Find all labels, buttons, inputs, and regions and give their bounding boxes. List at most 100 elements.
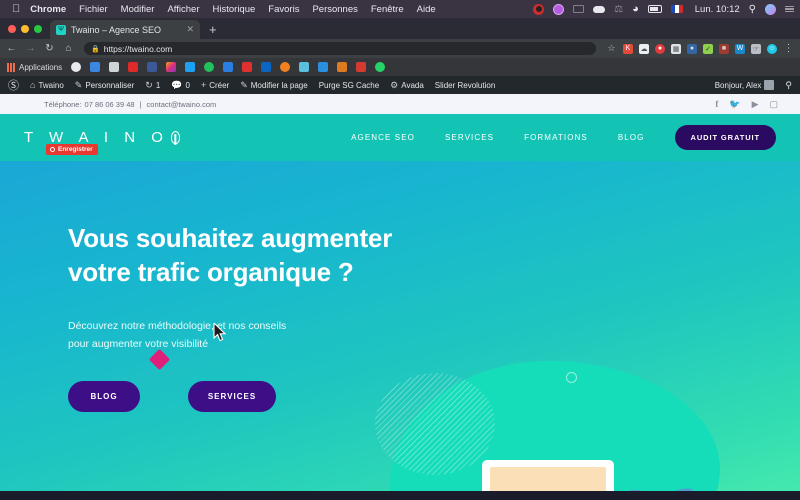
nav-item-blog[interactable]: BLOG bbox=[618, 133, 645, 142]
wifi-icon[interactable]: ◕ bbox=[632, 3, 639, 15]
wordpress-logo-icon[interactable]: Ⓢ bbox=[8, 77, 19, 93]
bookmark-mail[interactable] bbox=[90, 62, 101, 72]
lock-icon: 🔒 bbox=[91, 45, 100, 53]
nav-item-services[interactable]: SERVICES bbox=[445, 133, 494, 142]
hero-services-button[interactable]: SERVICES bbox=[188, 381, 276, 413]
menubar-clock[interactable]: Lun. 10:12 bbox=[695, 4, 740, 15]
bookmark-chrome[interactable] bbox=[71, 62, 82, 72]
bookmark-slides[interactable] bbox=[223, 62, 234, 72]
adminbar-customize[interactable]: ✎ Personnaliser bbox=[75, 80, 134, 91]
audit-gratuit-button[interactable]: AUDIT GRATUIT bbox=[674, 125, 776, 150]
menu-item-fenetre[interactable]: Fenêtre bbox=[371, 4, 404, 15]
zoom-window-button[interactable] bbox=[34, 24, 42, 33]
adminbar-search-icon[interactable]: ⚲ bbox=[785, 80, 792, 91]
screen:  Chrome Fichier Modifier Afficher Histo… bbox=[0, 0, 800, 500]
adminbar-edit-page[interactable]: ✎ Modifier la page bbox=[240, 80, 307, 91]
red-extension-icon[interactable]: ■ bbox=[719, 43, 729, 54]
location-icon[interactable]: ● bbox=[655, 43, 665, 54]
bookmark-chart[interactable] bbox=[337, 62, 348, 72]
blue-extension-icon[interactable]: ● bbox=[687, 43, 697, 54]
cloud-icon[interactable] bbox=[593, 5, 606, 13]
update-circle-icon: ↻ bbox=[145, 79, 153, 90]
pointer-extension-icon[interactable]: ☞ bbox=[751, 43, 761, 54]
keywords-everywhere-icon[interactable]: K bbox=[623, 43, 633, 54]
bookmark-youtube[interactable] bbox=[128, 62, 139, 72]
back-arrow-icon[interactable]: ← bbox=[6, 43, 17, 54]
twitter-icon[interactable]: 🐦 bbox=[729, 99, 740, 110]
facebook-icon[interactable]: f bbox=[715, 99, 718, 109]
menu-item-fichier[interactable]: Fichier bbox=[79, 4, 108, 15]
search-icon[interactable]: ⚲ bbox=[749, 4, 756, 15]
menu-item-chrome[interactable]: Chrome bbox=[30, 4, 66, 15]
bookmark-trello[interactable] bbox=[318, 62, 329, 72]
menu-item-afficher[interactable]: Afficher bbox=[167, 4, 199, 15]
bookmark-green[interactable] bbox=[204, 62, 215, 72]
adminbar-avada[interactable]: ⚙ Avada bbox=[390, 80, 424, 91]
reload-icon[interactable]: ↻ bbox=[44, 43, 55, 54]
menu-item-modifier[interactable]: Modifier bbox=[121, 4, 155, 15]
grid-extension-icon[interactable]: ▦ bbox=[671, 43, 681, 54]
siri-icon[interactable] bbox=[765, 3, 776, 15]
bookmark-linkedin[interactable] bbox=[261, 62, 272, 72]
browser-tab[interactable]: Ψ Twaino – Agence SEO ✕ bbox=[50, 20, 200, 39]
window-traffic-lights[interactable] bbox=[6, 18, 50, 39]
profile-avatar-icon[interactable]: ☺ bbox=[767, 43, 777, 54]
bookmark-applications[interactable]: Applications bbox=[7, 62, 62, 72]
bookmark-instagram[interactable] bbox=[166, 62, 177, 72]
adminbar-greeting[interactable]: Bonjour, Alex bbox=[715, 80, 775, 90]
site-logo[interactable]: T W A I N O Enregistrer bbox=[24, 129, 180, 155]
hero-blog-button[interactable]: BLOG bbox=[68, 381, 140, 413]
checkmark-extension-icon[interactable]: ✓ bbox=[703, 43, 713, 54]
adminbar-purge-cache[interactable]: Purge SG Cache bbox=[319, 81, 379, 90]
close-icon[interactable]: ✕ bbox=[186, 24, 194, 35]
hero-text-block: Vous souhaitez augmenter votre trafic or… bbox=[68, 221, 468, 413]
bookmark-twitter[interactable] bbox=[185, 62, 196, 72]
cloud-extension-icon[interactable]: ☁ bbox=[639, 43, 649, 54]
menu-item-aide[interactable]: Aide bbox=[417, 4, 436, 15]
bookmark-facebook[interactable] bbox=[147, 62, 158, 72]
browser-tab-strip: Ψ Twaino – Agence SEO ✕ + bbox=[0, 18, 800, 39]
avada-gear-icon: ⚙ bbox=[390, 79, 399, 90]
nav-item-agence-seo[interactable]: AGENCE SEO bbox=[351, 133, 415, 142]
battery-icon[interactable] bbox=[647, 5, 662, 13]
nav-item-formations[interactable]: FORMATIONS bbox=[524, 133, 588, 142]
bookmark-orange[interactable] bbox=[280, 62, 291, 72]
recording-badge[interactable]: Enregistrer bbox=[46, 144, 98, 155]
adminbar-updates[interactable]: ↻ 1 bbox=[145, 80, 160, 91]
minimize-window-button[interactable] bbox=[21, 24, 29, 33]
adminbar-site-name[interactable]: ⌂ Twaino bbox=[30, 80, 64, 90]
screen-share-icon[interactable] bbox=[573, 5, 585, 13]
close-window-button[interactable] bbox=[8, 24, 16, 33]
purple-circle-icon[interactable] bbox=[553, 3, 565, 15]
bluetooth-icon[interactable]: ⚖ bbox=[614, 4, 623, 15]
adobe-icon[interactable] bbox=[533, 3, 545, 15]
bookmark-print[interactable] bbox=[109, 62, 120, 72]
menu-item-personnes[interactable]: Personnes bbox=[312, 4, 357, 15]
control-center-icon[interactable] bbox=[785, 5, 794, 13]
menu-item-historique[interactable]: Historique bbox=[213, 4, 256, 15]
bookmark-red-card[interactable] bbox=[356, 62, 367, 72]
star-icon[interactable]: ☆ bbox=[606, 43, 617, 54]
home-icon[interactable]: ⌂ bbox=[63, 43, 74, 54]
three-dot-menu-icon[interactable]: ⋮ bbox=[783, 43, 794, 54]
address-bar[interactable]: 🔒 https://twaino.com bbox=[84, 42, 596, 55]
adminbar-slider-revolution[interactable]: Slider Revolution bbox=[435, 81, 495, 90]
wappalyzer-icon[interactable]: W bbox=[735, 43, 745, 54]
record-dot-icon bbox=[50, 147, 55, 152]
apple-logo-icon[interactable]:  bbox=[12, 3, 20, 15]
adminbar-comments[interactable]: 💬 0 bbox=[171, 80, 190, 91]
adminbar-new[interactable]: + Créer bbox=[201, 80, 229, 90]
topbar-phone[interactable]: 07 86 06 39 48 bbox=[85, 100, 135, 109]
menu-item-favoris[interactable]: Favoris bbox=[268, 4, 299, 15]
bookmark-analytics[interactable] bbox=[299, 62, 310, 72]
instagram-icon[interactable]: ▢ bbox=[769, 99, 778, 110]
french-flag-icon[interactable] bbox=[670, 5, 683, 13]
topbar-email[interactable]: contact@twaino.com bbox=[147, 100, 217, 109]
bookmark-red-pin[interactable] bbox=[242, 62, 253, 72]
hero-subheading: Découvrez notre méthodologie, et nos con… bbox=[68, 317, 468, 354]
youtube-icon[interactable]: ▶ bbox=[752, 99, 759, 110]
new-tab-button[interactable]: + bbox=[200, 20, 226, 39]
adminbar-updates-count: 1 bbox=[155, 80, 161, 90]
forward-arrow-icon[interactable]: → bbox=[25, 43, 36, 54]
bookmark-whatsapp[interactable] bbox=[375, 62, 386, 72]
